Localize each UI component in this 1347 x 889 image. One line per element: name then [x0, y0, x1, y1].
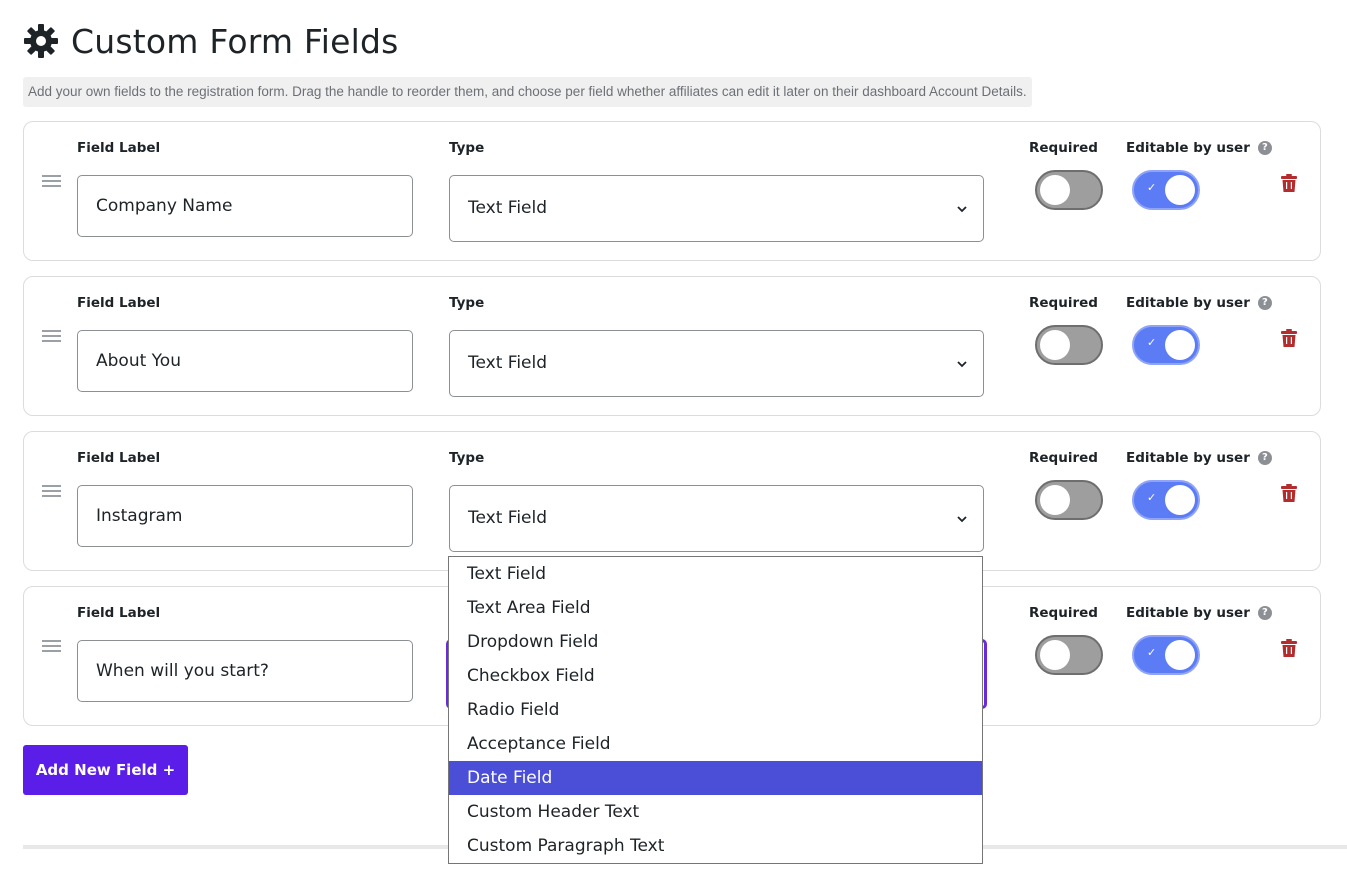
- field-label-heading: Field Label: [77, 450, 161, 466]
- trash-icon[interactable]: [1281, 639, 1297, 657]
- dropdown-option[interactable]: Text Field: [449, 557, 982, 591]
- dropdown-option[interactable]: Acceptance Field: [449, 727, 982, 761]
- field-label-input[interactable]: About You: [77, 330, 413, 392]
- dropdown-option[interactable]: Checkbox Field: [449, 659, 982, 693]
- toggle-knob: [1165, 330, 1195, 360]
- chevron-down-icon: [957, 516, 967, 523]
- editable-heading: Editable by user?: [1126, 295, 1272, 311]
- toggle-knob: [1165, 485, 1195, 515]
- dropdown-option[interactable]: Custom Header Text: [449, 795, 982, 829]
- add-new-field-button[interactable]: Add New Field +: [23, 745, 188, 795]
- chevron-down-icon: [957, 361, 967, 368]
- dropdown-option-selected[interactable]: Date Field: [449, 761, 982, 795]
- editable-heading-text: Editable by user: [1126, 295, 1250, 311]
- page-title: Custom Form Fields: [71, 21, 399, 61]
- required-toggle[interactable]: [1035, 170, 1103, 210]
- help-icon[interactable]: ?: [1257, 451, 1272, 465]
- gear-icon: [24, 24, 58, 58]
- drag-handle-icon[interactable]: [42, 330, 61, 343]
- editable-toggle[interactable]: ✓: [1132, 170, 1200, 210]
- toggle-knob: [1040, 330, 1070, 360]
- dropdown-option[interactable]: Radio Field: [449, 693, 982, 727]
- editable-heading-text: Editable by user: [1126, 605, 1250, 621]
- editable-heading: Editable by user?: [1126, 140, 1272, 156]
- field-card: Field Label Type Required Editable by us…: [23, 121, 1321, 261]
- drag-handle-icon[interactable]: [42, 485, 61, 498]
- field-label-input[interactable]: Company Name: [77, 175, 413, 237]
- required-toggle[interactable]: [1035, 325, 1103, 365]
- type-select-value: Text Field: [468, 353, 548, 373]
- toggle-knob: [1040, 485, 1070, 515]
- toggle-knob: [1040, 640, 1070, 670]
- field-card: Field Label Type Required Editable by us…: [23, 431, 1321, 571]
- field-label-heading: Field Label: [77, 140, 161, 156]
- required-toggle[interactable]: [1035, 480, 1103, 520]
- field-label-heading: Field Label: [77, 605, 161, 621]
- type-select-value: Text Field: [468, 198, 548, 218]
- dropdown-option[interactable]: Dropdown Field: [449, 625, 982, 659]
- editable-toggle[interactable]: ✓: [1132, 635, 1200, 675]
- editable-heading-text: Editable by user: [1126, 140, 1250, 156]
- type-dropdown-list: Text Field Text Area Field Dropdown Fiel…: [448, 556, 983, 864]
- type-select-value: Text Field: [468, 508, 548, 528]
- trash-icon[interactable]: [1281, 174, 1297, 192]
- drag-handle-icon[interactable]: [42, 175, 61, 188]
- type-heading: Type: [449, 140, 485, 156]
- trash-icon[interactable]: [1281, 329, 1297, 347]
- chevron-down-icon: [957, 206, 967, 213]
- editable-heading-text: Editable by user: [1126, 450, 1250, 466]
- help-icon[interactable]: ?: [1257, 296, 1272, 310]
- page-description: Add your own fields to the registration …: [23, 77, 1032, 107]
- editable-heading: Editable by user?: [1126, 450, 1272, 466]
- toggle-knob: [1040, 175, 1070, 205]
- required-toggle[interactable]: [1035, 635, 1103, 675]
- drag-handle-icon[interactable]: [42, 640, 61, 653]
- toggle-knob: [1165, 175, 1195, 205]
- type-select[interactable]: Text Field: [449, 330, 984, 397]
- check-icon: ✓: [1147, 646, 1157, 659]
- check-icon: ✓: [1147, 336, 1157, 349]
- editable-toggle[interactable]: ✓: [1132, 480, 1200, 520]
- editable-toggle[interactable]: ✓: [1132, 325, 1200, 365]
- check-icon: ✓: [1147, 491, 1157, 504]
- type-select[interactable]: Text Field: [449, 175, 984, 242]
- toggle-knob: [1165, 640, 1195, 670]
- required-heading: Required: [1029, 140, 1098, 156]
- trash-icon[interactable]: [1281, 484, 1297, 502]
- field-label-input[interactable]: When will you start?: [77, 640, 413, 702]
- required-heading: Required: [1029, 295, 1098, 311]
- dropdown-option[interactable]: Custom Paragraph Text: [449, 829, 982, 863]
- type-select[interactable]: Text Field: [449, 485, 984, 552]
- help-icon[interactable]: ?: [1257, 606, 1272, 620]
- type-heading: Type: [449, 450, 485, 466]
- field-label-heading: Field Label: [77, 295, 161, 311]
- dropdown-option[interactable]: Text Area Field: [449, 591, 982, 625]
- check-icon: ✓: [1147, 181, 1157, 194]
- type-heading: Type: [449, 295, 485, 311]
- help-icon[interactable]: ?: [1257, 141, 1272, 155]
- page-header: Custom Form Fields: [23, 21, 399, 61]
- field-label-input[interactable]: Instagram: [77, 485, 413, 547]
- editable-heading: Editable by user?: [1126, 605, 1272, 621]
- required-heading: Required: [1029, 605, 1098, 621]
- field-card: Field Label Type Required Editable by us…: [23, 276, 1321, 416]
- required-heading: Required: [1029, 450, 1098, 466]
